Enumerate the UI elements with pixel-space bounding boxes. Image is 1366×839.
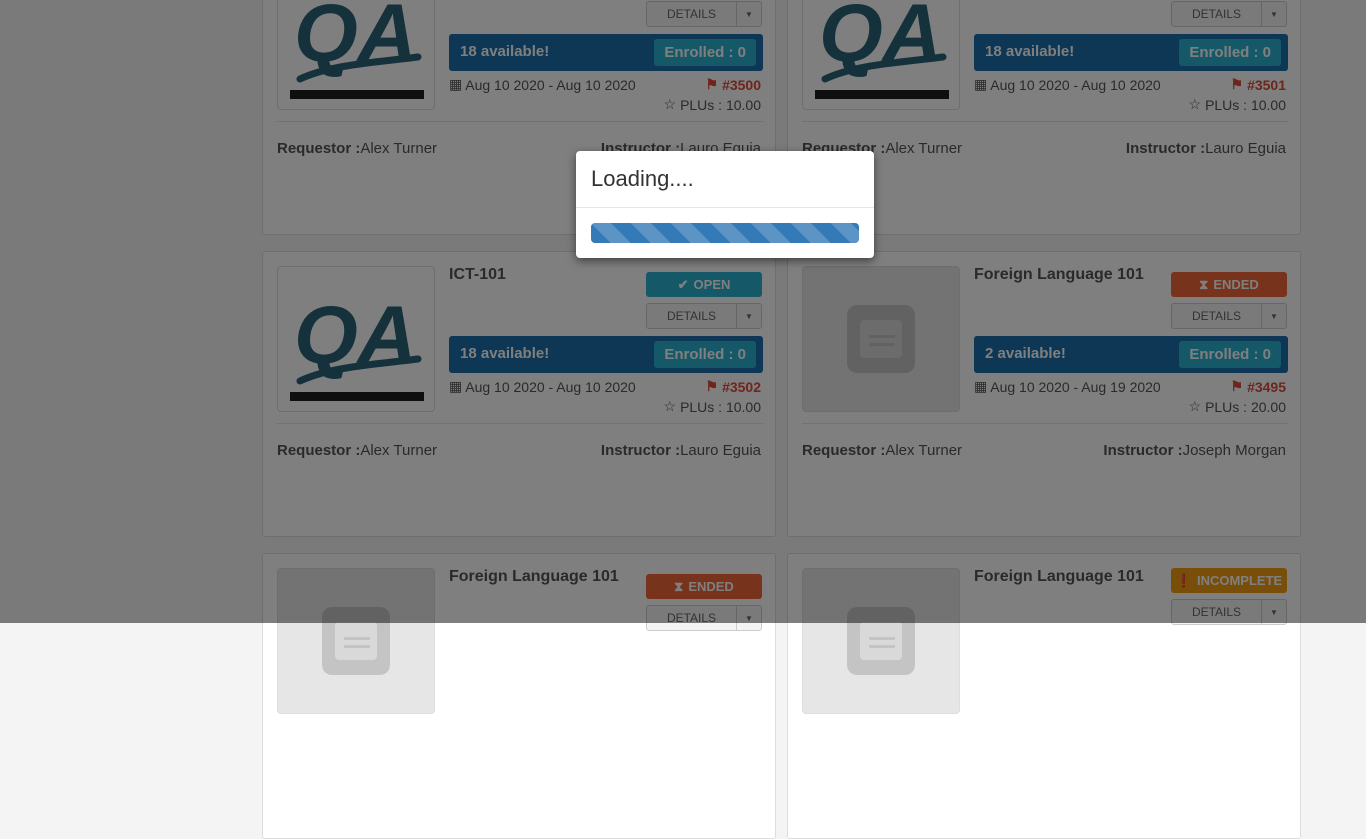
modal-title: Loading.... <box>591 166 694 191</box>
progress-bar <box>591 223 859 243</box>
modal-backdrop <box>0 0 1366 623</box>
loading-modal: Loading.... <box>576 151 874 258</box>
modal-divider <box>576 207 874 208</box>
